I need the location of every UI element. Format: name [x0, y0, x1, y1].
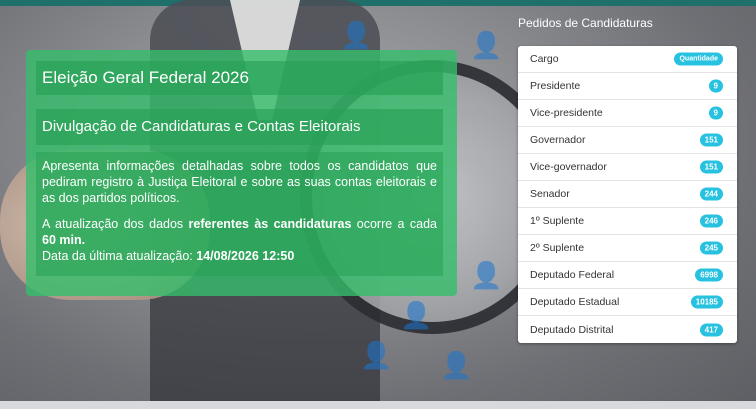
person-icon: 👤: [340, 20, 373, 50]
panel-description-block: Apresenta informações detalhadas sobre t…: [36, 152, 443, 276]
update-interval: 60 min.: [42, 233, 86, 247]
person-icon: 👤: [470, 30, 503, 60]
count-badge: 246: [699, 214, 723, 228]
list-item[interactable]: Deputado Distrital 417: [518, 316, 737, 343]
count-badge: 10185: [690, 295, 723, 309]
top-bar: [0, 0, 756, 6]
update-mid: ocorre a cada: [351, 217, 437, 231]
count-badge: 417: [699, 323, 723, 336]
list-item-label: Governador: [530, 134, 586, 146]
list-item[interactable]: 1º Suplente 246: [518, 208, 737, 235]
count-badge: 6998: [695, 268, 723, 282]
candidacies-list: Cargo Quantidade Presidente 9 Vice-presi…: [518, 46, 737, 343]
person-icon: 👤: [470, 260, 503, 290]
list-item-label: Deputado Federal: [530, 269, 615, 281]
list-item[interactable]: Presidente 9: [518, 73, 737, 100]
page-title: Eleição Geral Federal 2026: [36, 61, 443, 95]
list-item[interactable]: Deputado Federal 6998: [518, 262, 737, 289]
update-prefix: A atualização dos dados: [42, 217, 189, 231]
list-item[interactable]: Senador 244: [518, 181, 737, 208]
description-text: Apresenta informações detalhadas sobre t…: [42, 159, 437, 205]
update-info-text: A atualização dos dados referentes às ca…: [42, 216, 437, 264]
list-item[interactable]: 2º Suplente 245: [518, 235, 737, 262]
list-item[interactable]: Governador 151: [518, 127, 737, 154]
header-badge: Quantidade: [674, 52, 723, 66]
page-subtitle: Divulgação de Candidaturas e Contas Elei…: [36, 109, 443, 145]
list-item-label: Vice-governador: [530, 161, 607, 173]
candidacies-title: Pedidos de Candidaturas: [518, 16, 653, 30]
list-item-label: 1º Suplente: [530, 215, 585, 227]
last-update-label: Data da última atualização:: [42, 249, 197, 263]
count-badge: 151: [699, 160, 723, 174]
list-item-label: Presidente: [530, 80, 581, 92]
list-item-label: Deputado Estadual: [530, 296, 620, 308]
count-badge: 9: [708, 106, 723, 120]
update-bold: referentes às candidaturas: [188, 217, 352, 231]
count-badge: 244: [699, 187, 723, 201]
list-item-label: 2º Suplente: [530, 242, 585, 254]
bottom-bar: [0, 401, 756, 409]
list-item-label: Senador: [530, 188, 570, 200]
list-header: Cargo Quantidade: [518, 46, 737, 73]
list-item[interactable]: Vice-presidente 9: [518, 100, 737, 127]
list-item-label: Deputado Distrital: [530, 323, 614, 336]
last-update-value: 14/08/2026 12:50: [196, 249, 295, 263]
list-item[interactable]: Vice-governador 151: [518, 154, 737, 181]
list-item-label: Vice-presidente: [530, 107, 603, 119]
count-badge: 151: [699, 133, 723, 147]
count-badge: 9: [708, 79, 723, 93]
list-item[interactable]: Deputado Estadual 10185: [518, 289, 737, 316]
person-icon: 👤: [440, 350, 473, 380]
count-badge: 245: [699, 241, 723, 255]
header-label: Cargo: [530, 53, 559, 65]
person-icon: 👤: [360, 340, 393, 370]
person-icon: 👤: [400, 300, 433, 330]
